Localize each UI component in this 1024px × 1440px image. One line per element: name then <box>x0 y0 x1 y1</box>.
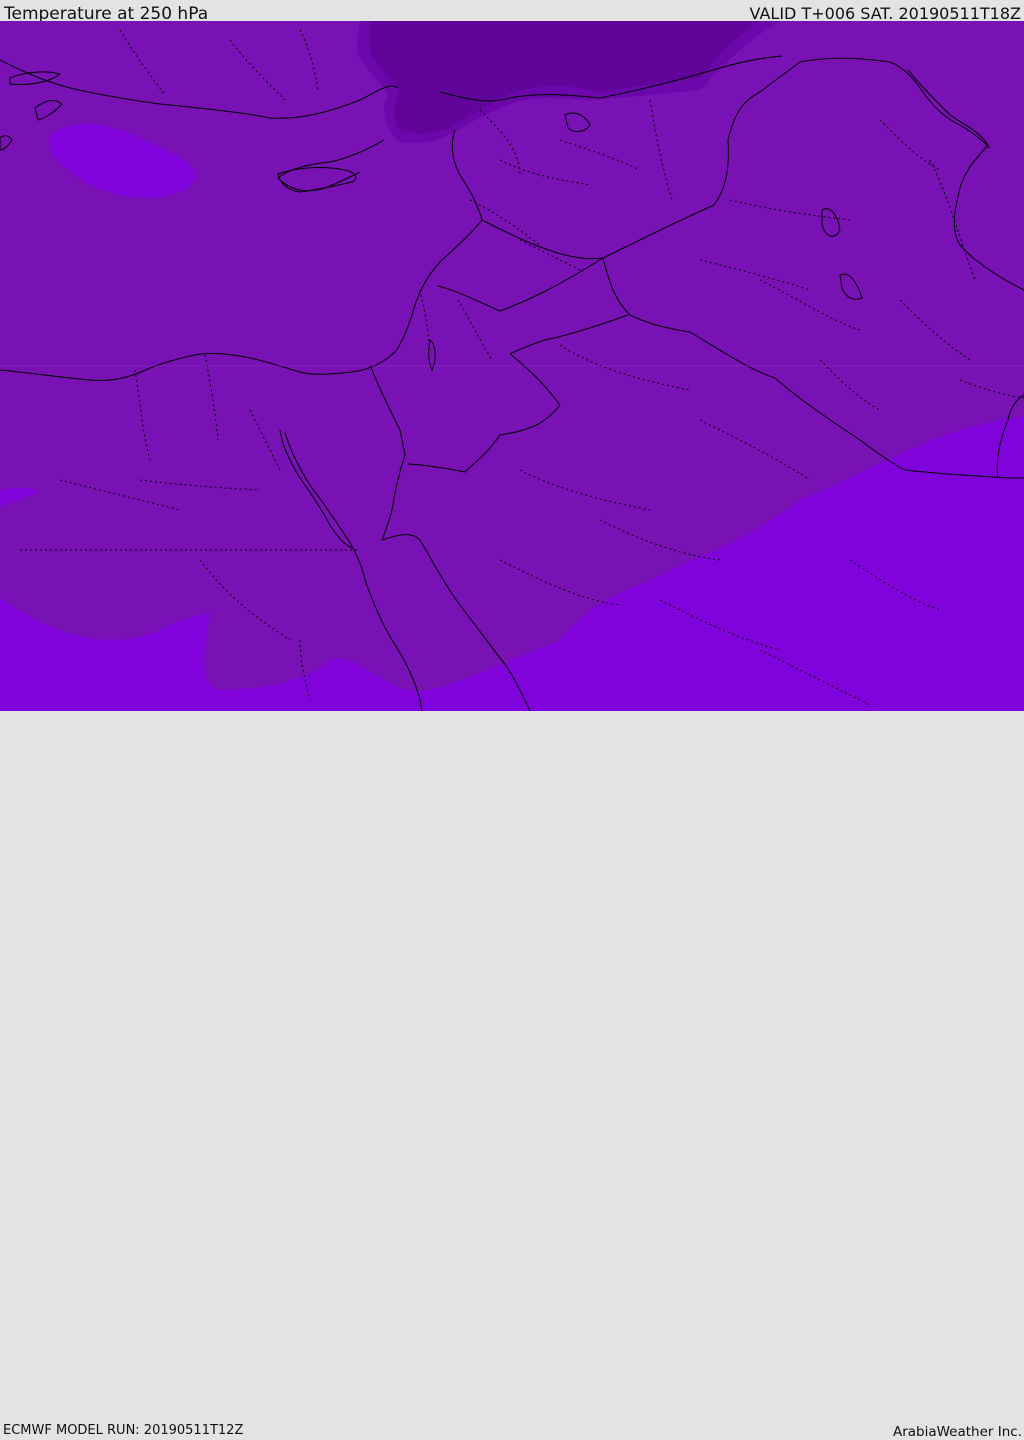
model-run: ECMWF MODEL RUN: 20190511T12Z <box>3 1423 244 1438</box>
footer-bar: ECMWF MODEL RUN: 20190511T12Z ArabiaWeat… <box>0 711 1024 1440</box>
credit: ArabiaWeather Inc. <box>892 1424 1022 1440</box>
temperature-map <box>0 21 1024 711</box>
header-bar: Temperature at 250 hPa VALID T+006 SAT. … <box>0 0 1024 24</box>
